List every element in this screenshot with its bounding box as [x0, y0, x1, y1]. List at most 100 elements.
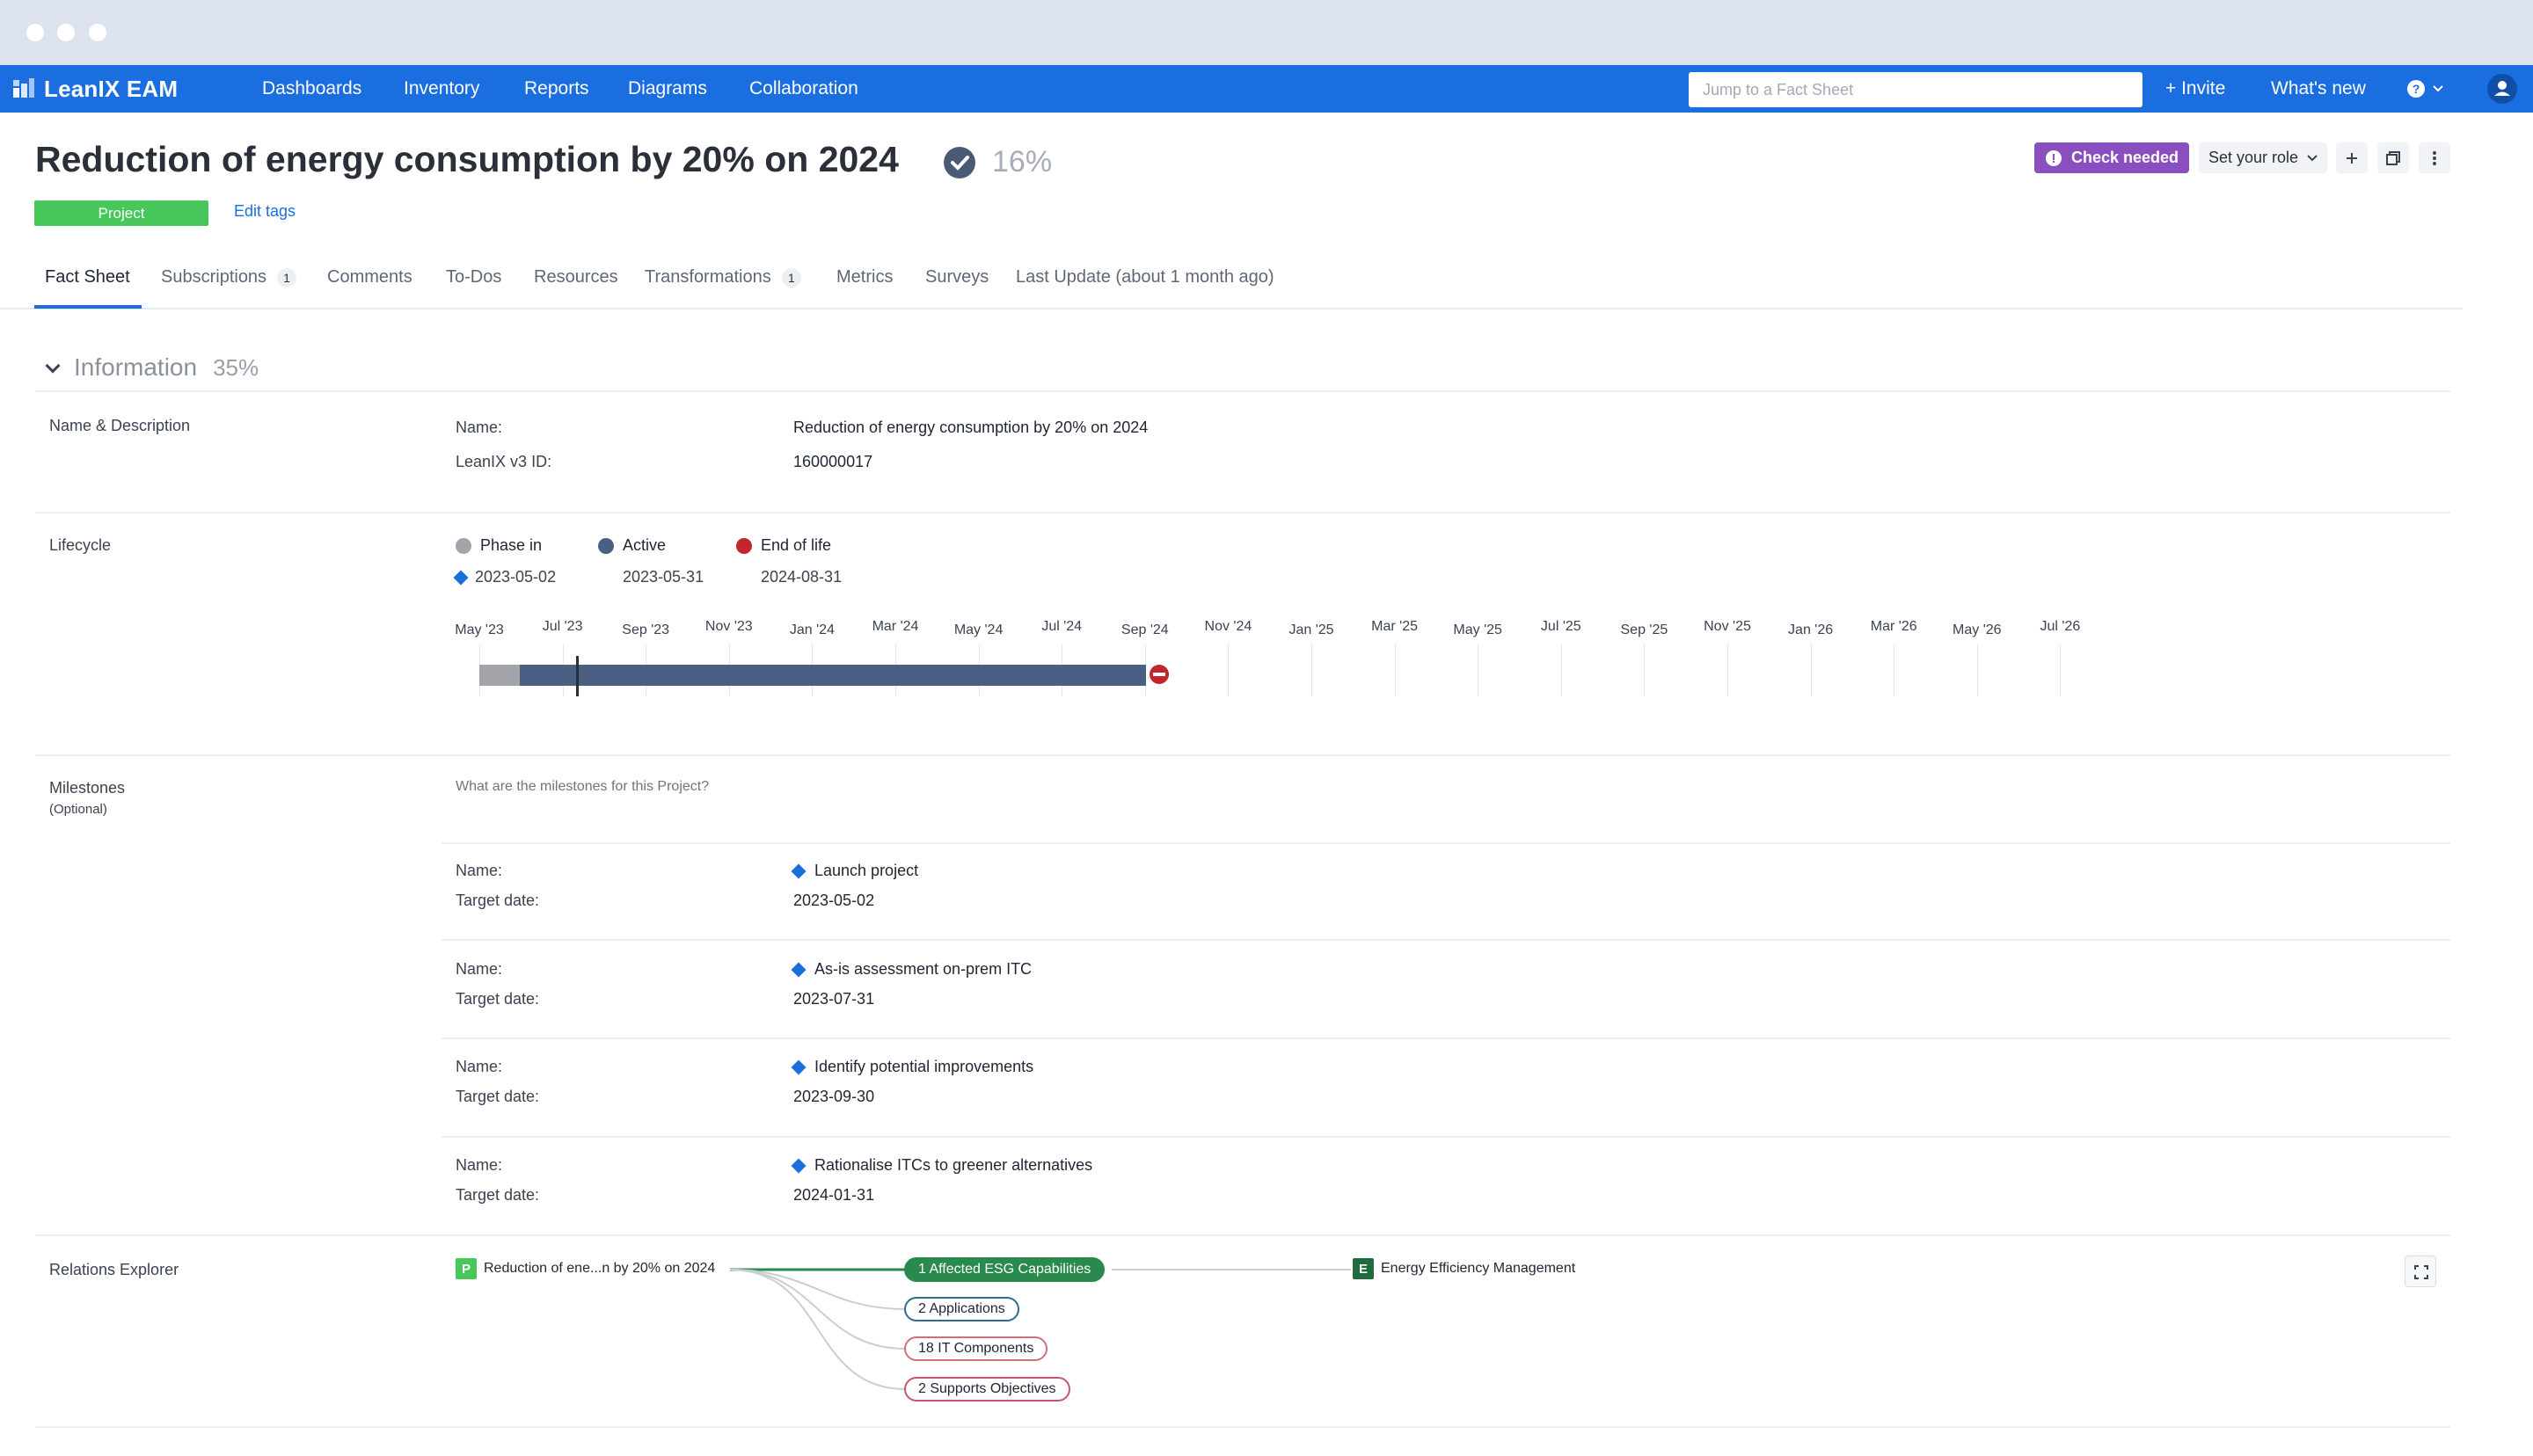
name-value: Reduction of energy consumption by 20% o…: [793, 419, 1149, 436]
window-maximize-dot[interactable]: [89, 24, 106, 41]
copy-button[interactable]: [2377, 142, 2409, 173]
connector-line: [729, 1269, 907, 1310]
timeline-tick-line: [728, 644, 730, 696]
relation-pill-it-components[interactable]: 18 IT Components: [904, 1336, 1048, 1361]
timeline-tick-line: [1228, 644, 1230, 696]
legend-end-of-life: End of life: [736, 536, 831, 555]
relation-target-node[interactable]: E Energy Efficiency Management: [1353, 1258, 1575, 1279]
phase-in-bar: [479, 665, 520, 686]
timeline-tick-line: [1810, 644, 1812, 696]
brand[interactable]: LeanIX EAM: [12, 65, 178, 113]
nav-dashboards[interactable]: Dashboards: [262, 65, 361, 113]
milestone-date-key: Target date:: [456, 1088, 540, 1105]
timeline-tick-label: Sep '24: [1121, 622, 1169, 637]
timeline-tick-label: May '23: [455, 622, 504, 637]
tab-fact-sheet[interactable]: Fact Sheet: [45, 267, 130, 288]
whats-new-link[interactable]: What's new: [2271, 65, 2366, 113]
window-minimize-dot[interactable]: [57, 24, 75, 41]
nav-reports[interactable]: Reports: [524, 65, 589, 113]
legend-label: End of life: [761, 536, 832, 554]
legend-active: Active: [598, 536, 666, 555]
help-menu[interactable]: ?: [2406, 65, 2443, 113]
search-input[interactable]: [1689, 72, 2142, 107]
nav-inventory[interactable]: Inventory: [404, 65, 479, 113]
timeline-tick-line: [1144, 644, 1146, 696]
legend-phase-in: Phase in: [456, 536, 542, 555]
milestone-name-key: Name:: [456, 1156, 503, 1174]
tab-resources[interactable]: Resources: [534, 267, 618, 288]
id-key: LeanIX v3 ID:: [456, 453, 552, 470]
timeline-tick-label: Mar '26: [1870, 619, 1917, 634]
legend-label: Active: [623, 536, 667, 554]
tab-bar: Fact Sheet Subscriptions 1 Comments To-Do…: [0, 255, 2463, 309]
relation-source-name: Reduction of ene...n by 20% on 2024: [484, 1261, 716, 1276]
nav-collaboration[interactable]: Collaboration: [749, 65, 858, 113]
more-vertical-icon: [2433, 150, 2436, 165]
information-section-header[interactable]: Information 35%: [74, 353, 259, 382]
timeline-tick-label: Jul '23: [542, 619, 583, 634]
chevron-down-icon: [2433, 85, 2443, 92]
relation-pill-esg-capabilities[interactable]: 1 Affected ESG Capabilities: [904, 1257, 1106, 1282]
milestones-label: Milestones: [49, 779, 126, 797]
divider: [35, 390, 2450, 392]
tab-surveys[interactable]: Surveys: [925, 267, 989, 288]
timeline-tick-line: [1727, 644, 1728, 696]
timeline-tick-label: Sep '23: [622, 622, 670, 637]
tab-todos[interactable]: To-Dos: [446, 267, 501, 288]
count-badge: 1: [277, 267, 297, 288]
relation-source-node[interactable]: P Reduction of ene...n by 20% on 2024: [456, 1258, 715, 1279]
timeline-tick-label: Nov '25: [1704, 619, 1751, 634]
today-marker: [576, 656, 579, 696]
milestone-diamond-icon: [453, 570, 469, 585]
divider: [442, 939, 2450, 941]
page-title: Reduction of energy consumption by 20% o…: [35, 139, 899, 179]
add-button[interactable]: [2336, 142, 2368, 173]
milestone-name: Rationalise ITCs to greener alternatives: [791, 1156, 1092, 1175]
plus-icon: [2347, 152, 2357, 164]
more-options-button[interactable]: [2419, 142, 2450, 173]
timeline-tick-label: Jan '24: [789, 622, 835, 637]
tab-subscriptions[interactable]: Subscriptions 1: [161, 267, 297, 288]
divider: [442, 842, 2450, 844]
milestone-diamond-icon: [791, 863, 807, 878]
invite-button[interactable]: + Invite: [2165, 65, 2225, 113]
phase-dot: [598, 537, 614, 554]
check-needed-label: Check needed: [2070, 149, 2179, 166]
tab-label: Comments: [327, 267, 412, 287]
timeline-tick-line: [1976, 644, 1978, 696]
milestone-name-key: Name:: [456, 1058, 503, 1075]
timeline-tick-line: [1311, 644, 1312, 696]
lifecycle-label: Lifecycle: [49, 536, 112, 554]
brand-name: LeanIX EAM: [44, 75, 179, 102]
relation-pill-applications[interactable]: 2 Applications: [904, 1297, 1019, 1321]
check-needed-button[interactable]: Check needed: [2034, 142, 2189, 173]
window-close-dot[interactable]: [26, 24, 44, 41]
tab-metrics[interactable]: Metrics: [836, 267, 893, 288]
tab-last-update[interactable]: Last Update (about 1 month ago): [1016, 267, 1274, 288]
end-of-life-minus: [1153, 673, 1165, 676]
chevron-down-icon[interactable]: [45, 358, 61, 374]
esg-type-badge: E: [1353, 1258, 1374, 1279]
divider: [35, 1234, 2450, 1236]
expand-button[interactable]: [2405, 1256, 2436, 1287]
phase-dot: [736, 537, 752, 554]
tab-label: Fact Sheet: [45, 267, 130, 287]
tab-comments[interactable]: Comments: [327, 267, 412, 288]
set-role-dropdown[interactable]: Set your role: [2199, 142, 2327, 173]
timeline-tick-line: [479, 644, 480, 696]
name-key: Name:: [456, 419, 503, 436]
lifecycle-timeline-svg: [479, 656, 1169, 696]
user-avatar[interactable]: [2487, 74, 2517, 104]
legend-label: Phase in: [480, 536, 543, 554]
help-icon: ?: [2407, 80, 2425, 98]
tab-label: Surveys: [925, 267, 989, 287]
timeline-tick-label: May '26: [1953, 622, 2002, 637]
milestones-question: What are the milestones for this Project…: [456, 779, 710, 794]
relation-pill-supports-objectives[interactable]: 2 Supports Objectives: [904, 1377, 1070, 1401]
divider: [442, 1037, 2450, 1039]
tab-transformations[interactable]: Transformations 1: [645, 267, 801, 288]
leanix-logo-icon: [13, 78, 34, 98]
nav-diagrams[interactable]: Diagrams: [628, 65, 707, 113]
edit-tags-link[interactable]: Edit tags: [234, 202, 296, 221]
timeline-tick-line: [812, 644, 814, 696]
